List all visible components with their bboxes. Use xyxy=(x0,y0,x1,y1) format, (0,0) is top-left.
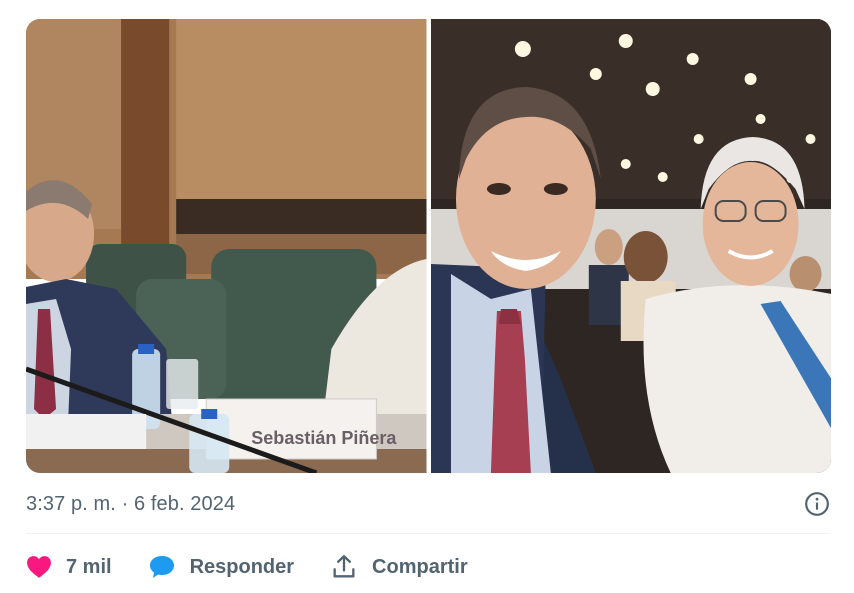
action-bar: 7 mil Responder Compartir xyxy=(26,548,504,586)
share-upload-icon xyxy=(330,553,358,581)
photo-grid: Sebastián Piñera xyxy=(26,19,831,473)
like-button[interactable]: 7 mil xyxy=(26,555,112,579)
like-count: 7 mil xyxy=(66,555,112,578)
photo-right[interactable] xyxy=(430,19,831,473)
share-button[interactable]: Compartir xyxy=(330,553,468,581)
photo-right-image xyxy=(430,19,831,473)
share-label: Compartir xyxy=(372,555,468,578)
reply-label: Responder xyxy=(189,555,295,578)
tweet-card: Sebastián Piñera 3:37 p. m. · 6 feb. 202… xyxy=(0,0,854,593)
nameplate-text: Sebastián Piñera xyxy=(251,428,397,448)
heart-icon xyxy=(26,555,52,579)
tweet-timestamp[interactable]: 3:37 p. m. · 6 feb. 2024 xyxy=(26,493,235,516)
timestamp-row: 3:37 p. m. · 6 feb. 2024 xyxy=(26,488,831,520)
speech-bubble-icon xyxy=(148,554,176,580)
photo-left-image: Sebastián Piñera xyxy=(26,19,427,473)
info-icon[interactable] xyxy=(803,490,831,518)
divider xyxy=(26,533,831,534)
photo-left[interactable]: Sebastián Piñera xyxy=(26,19,427,473)
reply-button[interactable]: Responder xyxy=(148,554,294,580)
